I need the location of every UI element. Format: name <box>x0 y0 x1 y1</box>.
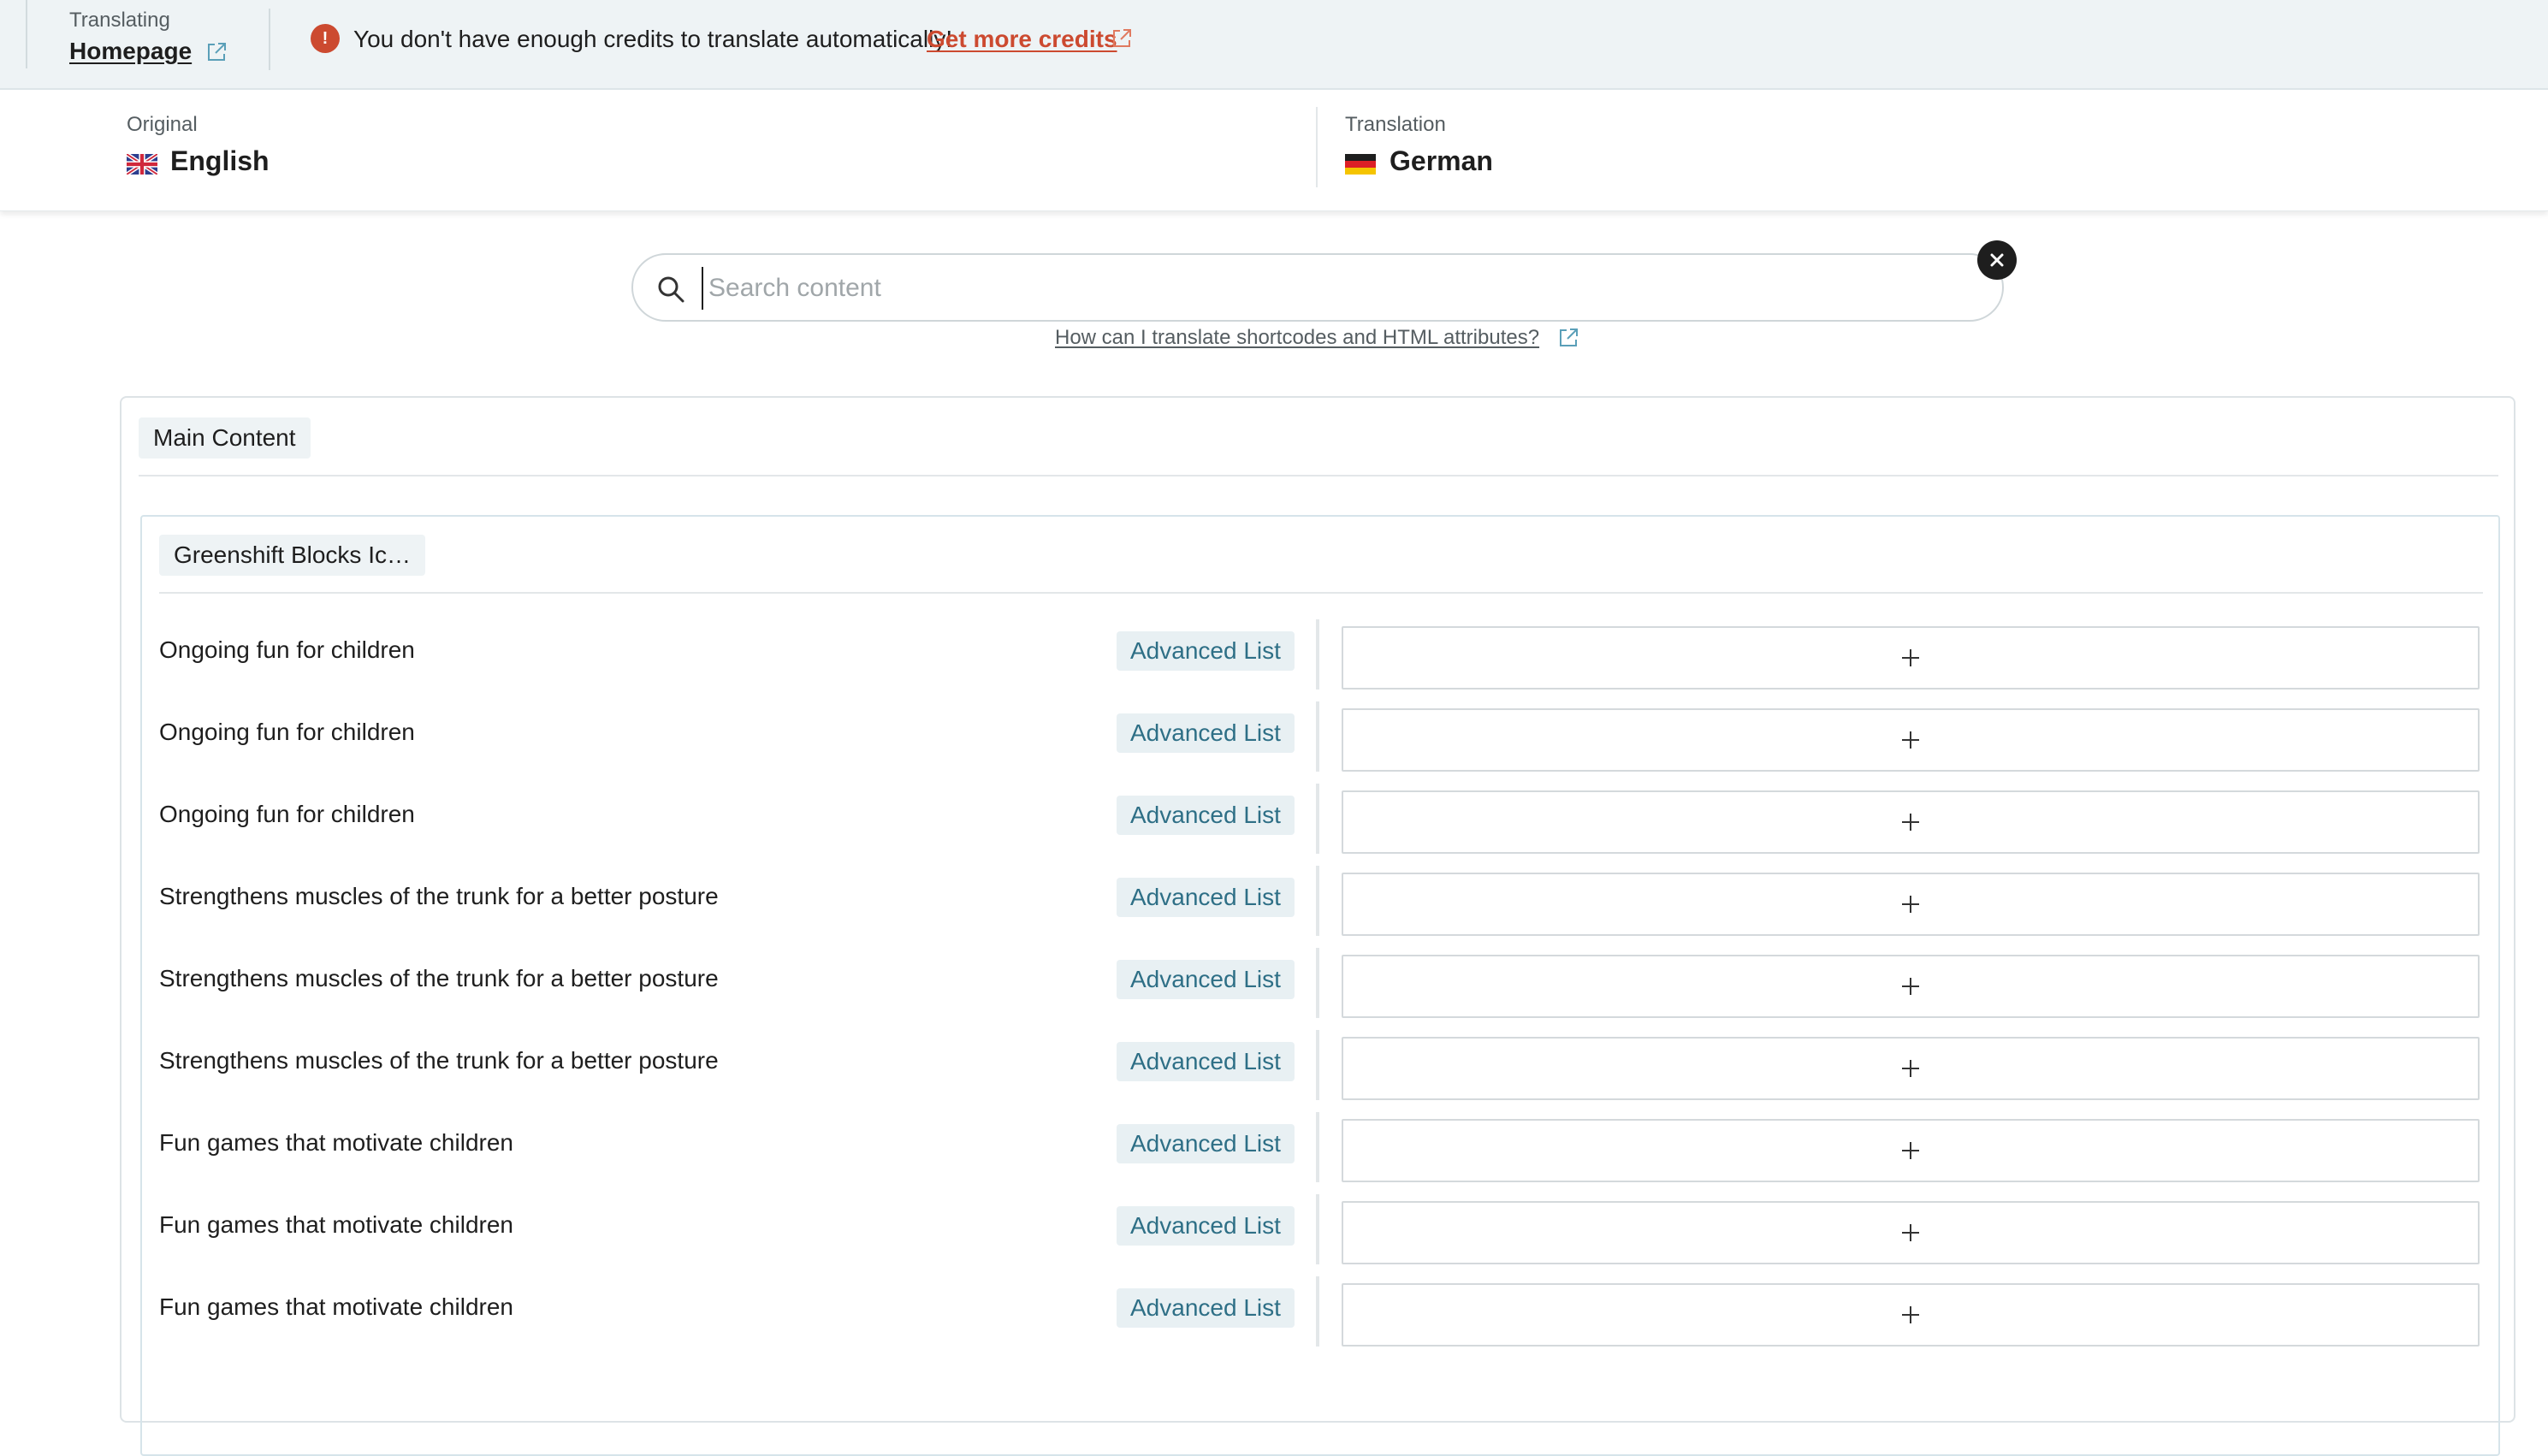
top-bar: Translating Homepage ! You don't have en… <box>0 0 2548 90</box>
block-divider <box>159 592 2483 594</box>
add-translation-button[interactable] <box>1342 708 2480 772</box>
search-icon <box>655 274 686 305</box>
block-type-badge: Advanced List <box>1117 1042 1295 1081</box>
row-separator <box>1316 701 1319 772</box>
original-text: Ongoing fun for children <box>159 719 415 745</box>
plus-icon <box>1902 649 1919 666</box>
external-link-icon[interactable] <box>1111 27 1133 50</box>
original-text: Fun games that motivate children <box>159 1293 513 1320</box>
translation-label: Translation <box>1345 113 1446 136</box>
table-row: Ongoing fun for children Advanced List <box>142 784 2498 866</box>
close-icon[interactable] <box>1977 240 2017 280</box>
plus-icon <box>1902 1142 1919 1159</box>
table-row: Fun games that motivate children Advanced… <box>142 1276 2498 1358</box>
plus-icon <box>1902 1060 1919 1077</box>
row-separator <box>1316 948 1319 1018</box>
table-row: Fun games that motivate children Advanced… <box>142 1194 2498 1276</box>
plus-icon <box>1902 1306 1919 1323</box>
row-separator <box>1316 1276 1319 1347</box>
add-translation-button[interactable] <box>1342 873 2480 936</box>
row-separator <box>1316 866 1319 936</box>
add-translation-button[interactable] <box>1342 1119 2480 1182</box>
main-content-panel: Main Content Greenshift Blocks Ic… Ongoi… <box>120 396 2515 1456</box>
original-text: Ongoing fun for children <box>159 636 415 663</box>
plus-icon <box>1902 896 1919 913</box>
uk-flag-icon <box>127 154 157 175</box>
table-row: Fun games that motivate children Advanced… <box>142 1112 2498 1194</box>
row-separator <box>1316 619 1319 690</box>
table-row: Strengthens muscles of the trunk for a b… <box>142 948 2498 1030</box>
page-link[interactable]: Homepage <box>69 38 192 65</box>
language-header: Original English Translation German <box>0 90 2548 211</box>
original-text: Strengthens muscles of the trunk for a b… <box>159 1047 719 1074</box>
block-type-badge: Advanced List <box>1117 796 1295 835</box>
row-separator <box>1316 784 1319 854</box>
external-link-icon[interactable] <box>205 41 228 63</box>
block-type-badge: Advanced List <box>1117 878 1295 917</box>
original-text: Ongoing fun for children <box>159 801 415 827</box>
add-translation-button[interactable] <box>1342 955 2480 1018</box>
search-input[interactable] <box>702 267 1968 310</box>
add-translation-button[interactable] <box>1342 1201 2480 1264</box>
german-flag-icon <box>1345 154 1376 175</box>
search-box <box>631 253 2004 322</box>
top-bar-divider <box>26 0 27 68</box>
add-translation-button[interactable] <box>1342 1037 2480 1100</box>
block-type-badge: Advanced List <box>1117 1288 1295 1328</box>
table-row: Strengthens muscles of the trunk for a b… <box>142 866 2498 948</box>
add-translation-button[interactable] <box>1342 626 2480 690</box>
row-separator <box>1316 1030 1319 1100</box>
external-link-icon[interactable] <box>1557 327 1579 349</box>
block-type-badge: Advanced List <box>1117 960 1295 999</box>
plus-icon <box>1902 731 1919 749</box>
block-type-badge: Advanced List <box>1117 1206 1295 1246</box>
add-translation-button[interactable] <box>1342 1283 2480 1347</box>
original-language-name: English <box>170 145 270 176</box>
plus-icon <box>1902 978 1919 995</box>
plus-icon <box>1902 814 1919 831</box>
block-type-badge: Advanced List <box>1117 713 1295 753</box>
original-text: Fun games that motivate children <box>159 1129 513 1156</box>
plus-icon <box>1902 1224 1919 1241</box>
row-separator <box>1316 1112 1319 1182</box>
add-translation-button[interactable] <box>1342 790 2480 854</box>
shortcodes-help-link[interactable]: How can I translate shortcodes and HTML … <box>1055 326 1539 350</box>
block-type-badge: Advanced List <box>1117 631 1295 671</box>
original-text: Fun games that motivate children <box>159 1211 513 1238</box>
table-row: Strengthens muscles of the trunk for a b… <box>142 1030 2498 1112</box>
original-text: Strengthens muscles of the trunk for a b… <box>159 883 719 909</box>
translation-language-name: German <box>1390 145 1493 176</box>
original-text: Strengthens muscles of the trunk for a b… <box>159 965 719 991</box>
block-group: Greenshift Blocks Ic… Ongoing fun for ch… <box>140 515 2500 1456</box>
get-more-credits-link[interactable]: Get more credits <box>927 26 1117 53</box>
panel-divider <box>139 475 2498 476</box>
warning-icon: ! <box>311 24 340 53</box>
top-bar-divider <box>269 9 270 70</box>
table-row: Ongoing fun for children Advanced List <box>142 619 2498 701</box>
block-chip: Greenshift Blocks Ic… <box>159 535 425 576</box>
translating-label: Translating <box>69 9 170 32</box>
block-type-badge: Advanced List <box>1117 1124 1295 1163</box>
row-separator <box>1316 1194 1319 1264</box>
section-chip: Main Content <box>139 417 311 459</box>
original-label: Original <box>127 113 198 136</box>
table-row: Ongoing fun for children Advanced List <box>142 701 2498 784</box>
language-separator <box>1316 107 1318 187</box>
credits-warning-text: You don't have enough credits to transla… <box>353 26 953 52</box>
